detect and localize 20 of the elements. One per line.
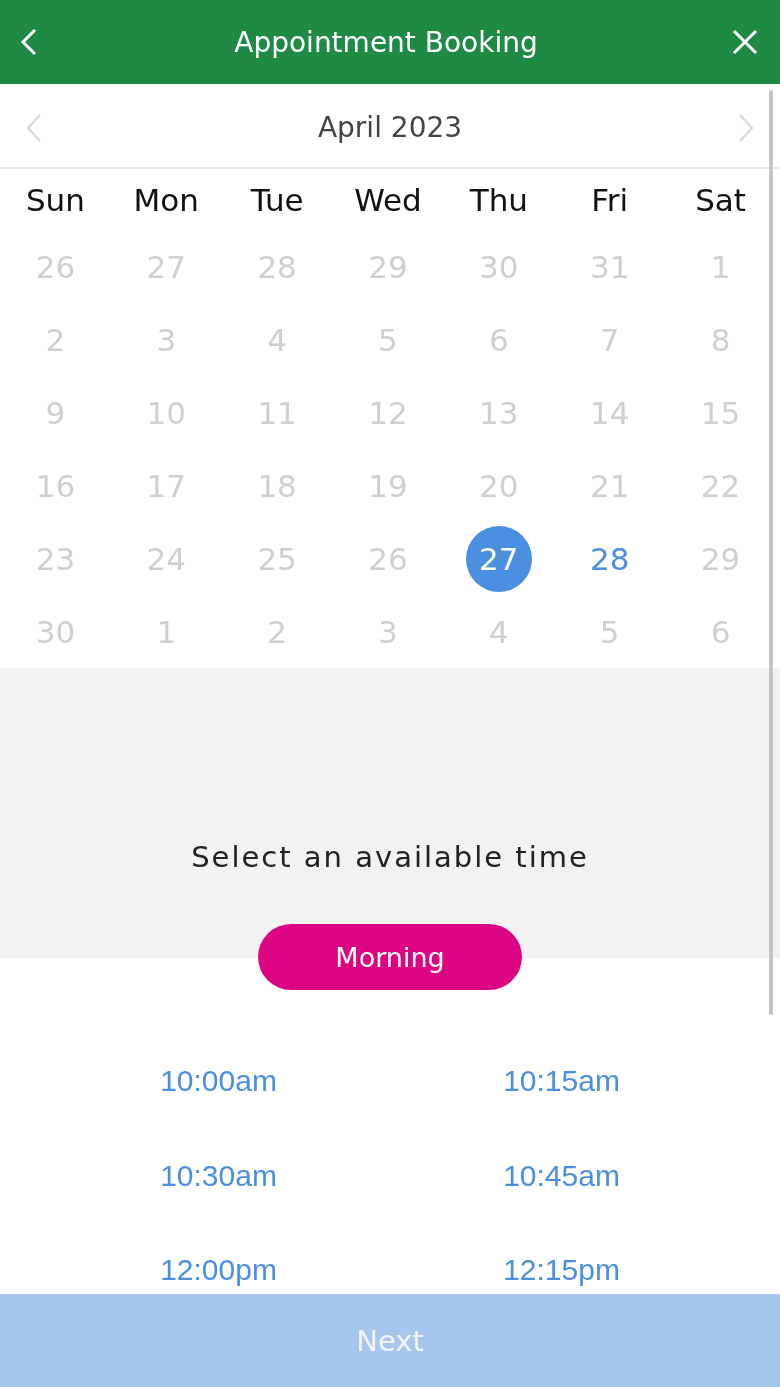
- time-slot[interactable]: 10:00am: [156, 1059, 281, 1103]
- time-slot[interactable]: 12:00pm: [156, 1248, 281, 1293]
- calendar-day[interactable]: 27: [465, 525, 532, 592]
- weekday-label: Fri: [591, 181, 629, 218]
- time-panel-title: Select an available time: [191, 840, 589, 874]
- close-icon[interactable]: [732, 29, 758, 55]
- weekday-label: Tue: [250, 181, 304, 218]
- period-button[interactable]: Morning: [258, 924, 522, 990]
- weekday-label: Sat: [695, 181, 746, 218]
- time-slot[interactable]: 12:15pm: [499, 1248, 624, 1293]
- time-slot[interactable]: 10:15am: [499, 1059, 624, 1103]
- month-title: April 2023: [317, 111, 463, 144]
- header-title: Appointment Booking: [234, 25, 538, 59]
- weekday-label: Wed: [354, 181, 422, 218]
- calendar-day[interactable]: 28: [576, 525, 643, 592]
- weekday-label: Mon: [133, 181, 199, 218]
- weekday-label: Sun: [25, 181, 85, 218]
- time-slot[interactable]: 10:45am: [499, 1153, 624, 1198]
- weekday-label: Thu: [469, 181, 528, 218]
- time-slot[interactable]: 10:30am: [156, 1153, 281, 1198]
